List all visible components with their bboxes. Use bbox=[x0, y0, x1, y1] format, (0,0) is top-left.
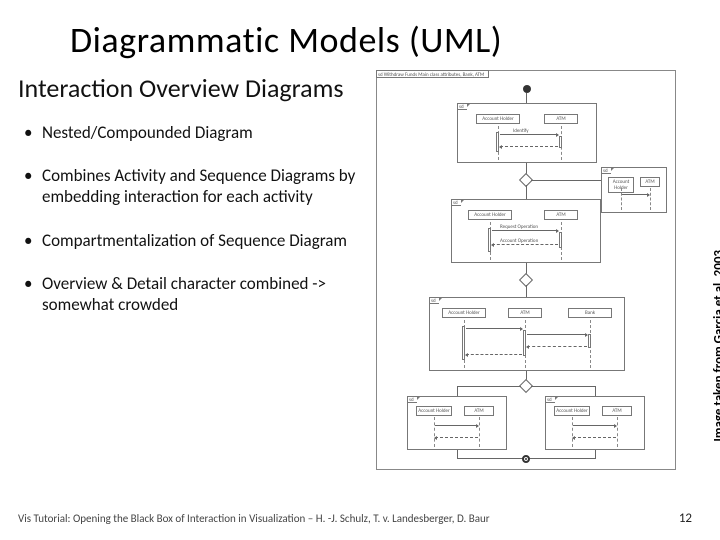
sd-frame: sd Account Holder ATM Bank bbox=[429, 297, 625, 371]
activation bbox=[559, 136, 562, 148]
message-arrow bbox=[527, 334, 587, 335]
lifeline: ATM bbox=[640, 177, 660, 187]
lifeline: Account Holder bbox=[468, 210, 512, 220]
frame-tab: sd bbox=[451, 199, 461, 206]
lifeline: ATM bbox=[602, 406, 632, 416]
lifeline: Account Holder bbox=[554, 406, 590, 416]
uml-interaction-overview-diagram: sd Withdraw Funds Main class attributes,… bbox=[376, 70, 676, 470]
bullet-item: Combines Activity and Sequence Diagrams … bbox=[24, 165, 368, 208]
lifeline: ATM bbox=[544, 114, 578, 124]
bullet-item: Compartmentalization of Sequence Diagram bbox=[24, 230, 368, 251]
section-heading: Interaction Overview Diagrams bbox=[18, 74, 368, 104]
lifeline: ATM bbox=[508, 308, 542, 318]
right-column: sd Withdraw Funds Main class attributes,… bbox=[376, 70, 692, 470]
sd-frame: sd Account Holder ATM bbox=[407, 396, 507, 450]
lifeline-dash bbox=[617, 417, 618, 447]
lifeline: ATM bbox=[464, 406, 494, 416]
lifeline-dash bbox=[434, 417, 435, 447]
message-arrow bbox=[435, 425, 478, 426]
frame-tab: sd bbox=[457, 103, 467, 110]
message-arrow bbox=[500, 134, 558, 135]
activation bbox=[488, 228, 491, 252]
return-arrow bbox=[573, 437, 616, 438]
initial-node bbox=[523, 85, 531, 93]
slide-title: Diagrammatic Models (UML) bbox=[0, 0, 720, 70]
message-arrow bbox=[492, 230, 558, 231]
sd-frame: sd Account Holder ATM bbox=[601, 167, 667, 213]
lifeline: Bank bbox=[568, 308, 612, 318]
activation bbox=[559, 232, 562, 248]
flow-edge bbox=[595, 386, 596, 396]
frame-tab: sd bbox=[407, 396, 417, 403]
page-number: 12 bbox=[679, 511, 692, 526]
lifeline: Account Holder bbox=[416, 406, 452, 416]
lifeline: ATM bbox=[544, 210, 578, 220]
sd-frame: sd Account Holder ATM Identify bbox=[457, 103, 597, 163]
final-node bbox=[522, 455, 530, 463]
flow-edge bbox=[526, 185, 527, 199]
message-label: Identify bbox=[513, 128, 529, 134]
return-arrow bbox=[492, 244, 558, 245]
lifeline: Account Holder bbox=[442, 308, 486, 318]
image-attribution: Image taken from Garcia et al. 2003 bbox=[712, 250, 720, 442]
sd-frame: sd Account Holder ATM bbox=[545, 396, 645, 450]
activation bbox=[588, 334, 591, 348]
footer-text: Vis Tutorial: Opening the Black Box of I… bbox=[18, 512, 490, 525]
lifeline-dash bbox=[650, 188, 651, 210]
activation bbox=[496, 132, 499, 152]
message-arrow bbox=[466, 328, 522, 329]
return-arrow bbox=[500, 146, 558, 147]
bullet-item: Overview & Detail character combined -> … bbox=[24, 273, 368, 316]
flow-edge bbox=[595, 450, 596, 458]
lifeline-dash bbox=[479, 417, 480, 447]
slide-footer: Vis Tutorial: Opening the Black Box of I… bbox=[18, 511, 692, 526]
lifeline-dash bbox=[621, 188, 622, 210]
activation bbox=[523, 330, 526, 356]
frame-tab: sd bbox=[545, 396, 555, 403]
flow-edge bbox=[531, 386, 595, 387]
frame-tab: sd bbox=[601, 167, 611, 174]
message-arrow bbox=[573, 425, 616, 426]
frame-tab: sd bbox=[429, 297, 439, 304]
message-label: Request Operation bbox=[500, 224, 538, 230]
lifeline: Account Holder bbox=[476, 114, 520, 124]
flow-edge bbox=[526, 285, 527, 297]
left-column: Interaction Overview Diagrams Nested/Com… bbox=[18, 70, 368, 470]
flow-edge bbox=[457, 450, 458, 458]
return-arrow bbox=[527, 346, 587, 347]
flow-edge bbox=[526, 93, 527, 103]
flow-edge bbox=[457, 386, 458, 396]
flow-edge bbox=[457, 386, 521, 387]
content-row: Interaction Overview Diagrams Nested/Com… bbox=[0, 70, 720, 470]
return-arrow bbox=[435, 437, 478, 438]
message-label: Account Operation bbox=[500, 238, 538, 244]
message-arrow bbox=[622, 194, 649, 195]
bullet-item: Nested/Compounded Diagram bbox=[24, 122, 368, 143]
sd-frame: sd Account Holder ATM Request Operation … bbox=[451, 199, 601, 263]
return-arrow bbox=[466, 354, 522, 355]
outer-frame-tab: sd Withdraw Funds Main class attributes,… bbox=[376, 70, 489, 78]
bullet-list: Nested/Compounded Diagram Combines Activ… bbox=[18, 122, 368, 316]
lifeline-dash bbox=[572, 417, 573, 447]
flow-edge bbox=[531, 180, 601, 181]
